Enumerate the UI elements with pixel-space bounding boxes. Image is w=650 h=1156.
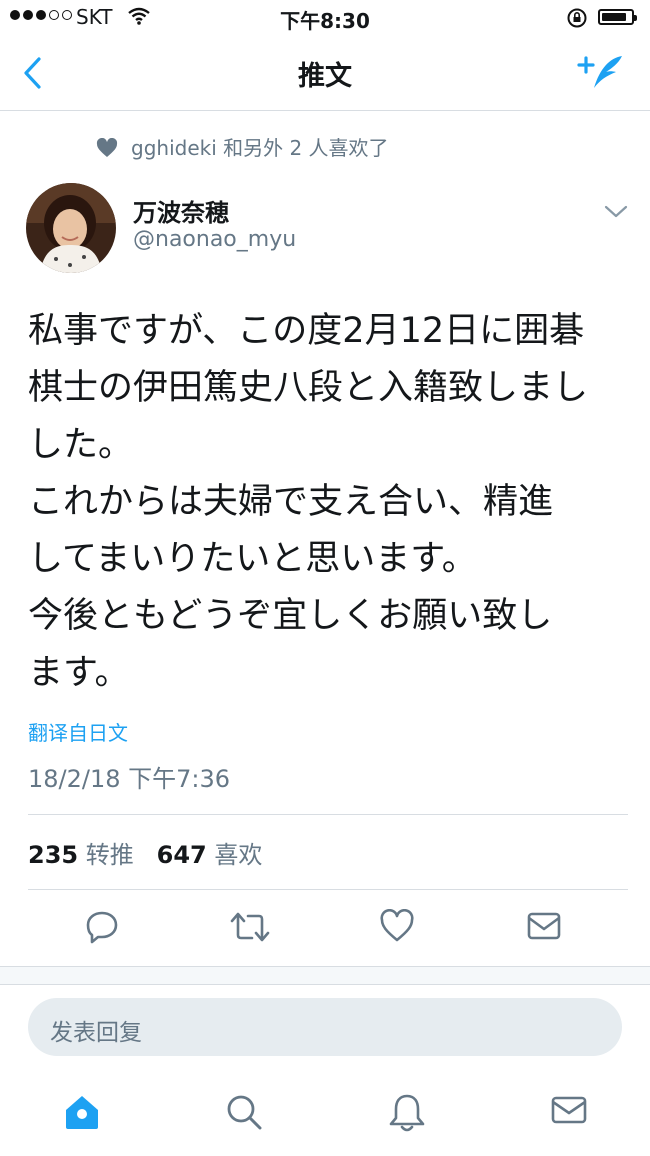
heart-icon bbox=[96, 137, 118, 162]
retweet-label: 转推 bbox=[85, 841, 134, 869]
page-title: 推文 bbox=[298, 61, 352, 92]
section-separator bbox=[0, 966, 650, 984]
tweet-line: ます。 bbox=[28, 653, 130, 693]
share-via-message-button[interactable] bbox=[526, 909, 562, 947]
search-icon bbox=[227, 1095, 262, 1130]
divider bbox=[0, 966, 650, 967]
tweet-text: 私事ですが、この度2月12日に囲碁 棋士の伊田篤史八段と入籍致しまし した。 こ… bbox=[28, 303, 628, 702]
rotation-lock-icon bbox=[566, 7, 588, 33]
reply-button[interactable] bbox=[84, 909, 120, 949]
more-options-button[interactable] bbox=[603, 204, 629, 224]
avatar[interactable] bbox=[26, 183, 116, 273]
engagement-stats: 235 转推 647 喜欢 bbox=[28, 835, 262, 870]
status-time: 下午8:30 bbox=[280, 9, 370, 33]
translate-link[interactable]: 翻译自日文 bbox=[28, 717, 128, 746]
home-icon bbox=[66, 1096, 98, 1129]
bell-icon bbox=[389, 1094, 425, 1132]
like-label: 喜欢 bbox=[214, 841, 263, 869]
reply-icon bbox=[86, 911, 118, 944]
like-count: 647 bbox=[156, 841, 207, 869]
tab-notifications[interactable] bbox=[387, 1092, 427, 1138]
reply-placeholder: 发表回复 bbox=[50, 1020, 142, 1046]
compose-tweet-icon bbox=[577, 56, 622, 88]
tweet-line: 今後ともどうぞ宜しくお願い致し bbox=[28, 596, 553, 636]
retweet-icon bbox=[230, 912, 270, 942]
envelope-icon bbox=[527, 912, 561, 940]
tweet-line: 私事ですが、この度2月12日に囲碁 bbox=[28, 311, 585, 351]
liked-by-text[interactable]: gghideki 和另外 2 人喜欢了 bbox=[131, 132, 389, 161]
compose-tweet-button[interactable] bbox=[576, 52, 626, 98]
like-button[interactable] bbox=[379, 908, 415, 947]
retweet-button[interactable] bbox=[230, 909, 270, 949]
envelope-icon bbox=[551, 1096, 587, 1124]
tweet-line: これからは夫婦で支え合い、精進 bbox=[28, 482, 554, 522]
battery-icon bbox=[598, 9, 637, 25]
author-handle[interactable]: @naonao_myu bbox=[133, 227, 296, 252]
tweet-timestamp: 18/2/18 下午7:36 bbox=[28, 765, 231, 793]
tweet-line: してまいりたいと思います。 bbox=[28, 539, 477, 579]
divider bbox=[28, 814, 628, 815]
tweet-line: 棋士の伊田篤史八段と入籍致しまし bbox=[28, 368, 589, 408]
tweet-line: した。 bbox=[28, 425, 134, 465]
divider bbox=[0, 984, 650, 985]
retweet-stats[interactable]: 235 转推 bbox=[28, 841, 134, 869]
battery-fill bbox=[602, 13, 626, 21]
like-stats[interactable]: 647 喜欢 bbox=[157, 841, 263, 869]
divider bbox=[28, 889, 628, 890]
nav-divider bbox=[0, 110, 650, 111]
tab-messages[interactable] bbox=[550, 1092, 588, 1132]
retweet-count: 235 bbox=[28, 841, 79, 869]
tab-search[interactable] bbox=[224, 1092, 264, 1136]
chevron-down-icon bbox=[604, 205, 628, 218]
author-name[interactable]: 万波奈穂 bbox=[133, 193, 229, 228]
heart-outline-icon bbox=[380, 908, 414, 942]
status-bar: SKT 下午8:30 bbox=[0, 0, 650, 36]
tab-home[interactable] bbox=[62, 1092, 102, 1136]
